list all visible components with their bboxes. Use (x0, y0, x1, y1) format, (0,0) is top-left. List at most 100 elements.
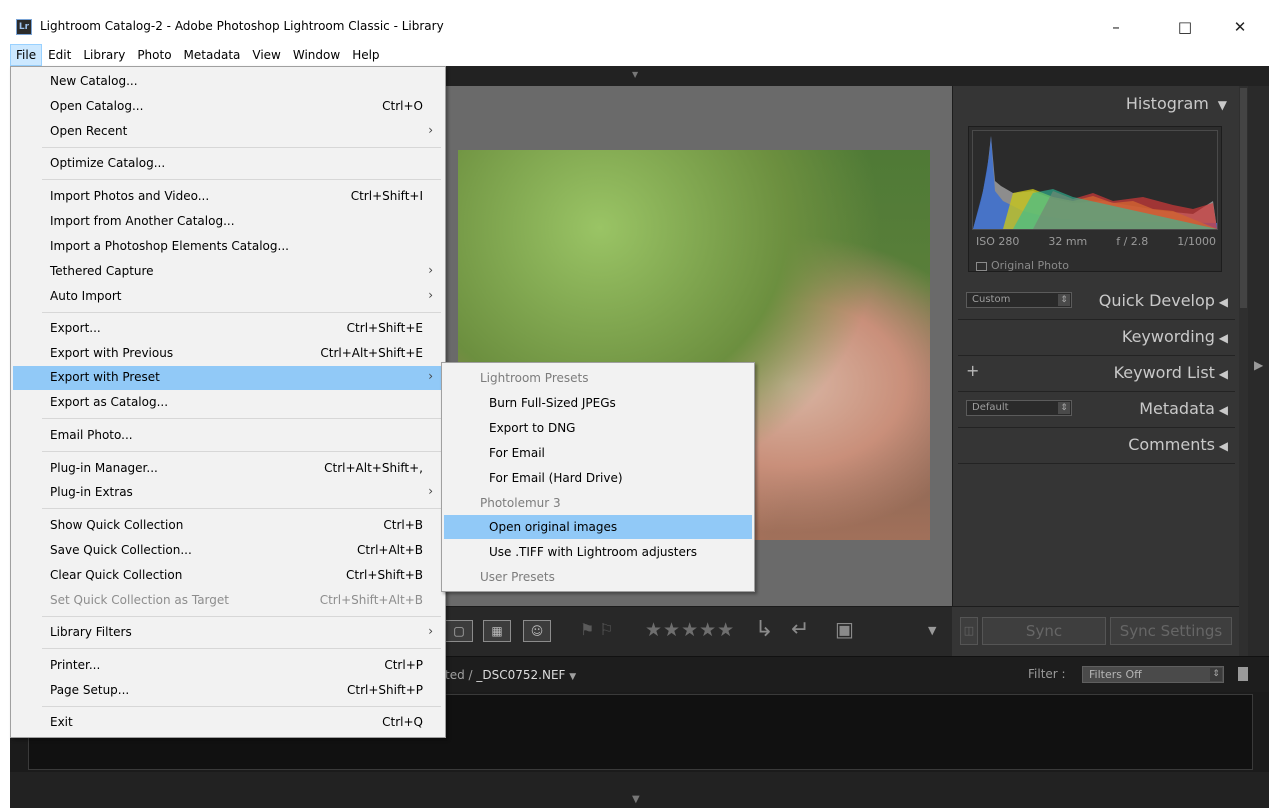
menu-item-auto-import[interactable]: Auto Import › (13, 285, 443, 309)
crop-overlay-icon[interactable]: ▣ (835, 617, 854, 641)
sync-button[interactable]: Sync (982, 617, 1106, 645)
preset-use-tiff[interactable]: Use .TIFF with Lightroom adjusters (444, 540, 752, 564)
rotate-right-icon[interactable]: ↵ (791, 617, 809, 642)
rotate-left-icon[interactable]: ↳ (755, 617, 773, 642)
keywording-header[interactable]: Keywording ◀ (958, 320, 1235, 356)
menu-separator (42, 706, 441, 707)
submenu-arrow-icon: › (428, 369, 433, 383)
star-icon[interactable]: ★★★★★ (645, 619, 735, 641)
preset-burn-full-sized-jpegs[interactable]: Burn Full-Sized JPEGs (444, 391, 752, 415)
menu-view[interactable]: View (246, 44, 286, 66)
preset-open-original-images[interactable]: Open original images (444, 515, 752, 539)
submenu-arrow-icon: › (428, 624, 433, 638)
export-preset-submenu: Lightroom Presets Burn Full-Sized JPEGs … (441, 362, 755, 592)
menu-item-save-quick-collection[interactable]: Save Quick Collection... Ctrl+Alt+B (13, 539, 443, 563)
panel-collapse-icon[interactable]: ◀ (1215, 367, 1228, 381)
menu-item-export-with-preset[interactable]: Export with Preset › (13, 366, 443, 390)
bottom-panel-strip[interactable]: ▼ (10, 772, 1269, 808)
menu-item-export-previous[interactable]: Export with Previous Ctrl+Alt+Shift+E (13, 342, 443, 366)
window-title: Lightroom Catalog-2 - Adobe Photoshop Li… (40, 19, 444, 33)
collapse-bottom-icon[interactable]: ▼ (632, 794, 640, 805)
add-keyword-icon[interactable]: + (966, 361, 979, 380)
sync-settings-button[interactable]: Sync Settings (1110, 617, 1232, 645)
menu-item-import-catalog[interactable]: Import from Another Catalog... (13, 210, 443, 234)
panel-collapse-icon[interactable]: ◀ (1215, 439, 1228, 453)
menu-library[interactable]: Library (77, 44, 131, 66)
submenu-arrow-icon: › (428, 263, 433, 277)
menu-item-page-setup[interactable]: Page Setup... Ctrl+Shift+P (13, 679, 443, 703)
menu-item-clear-quick-collection[interactable]: Clear Quick Collection Ctrl+Shift+B (13, 564, 443, 588)
group-photolemur: Photolemur 3 (480, 496, 561, 510)
toolbar-options-icon[interactable]: ▼ (928, 624, 936, 637)
panel-collapse-icon[interactable]: ◀ (1215, 403, 1228, 417)
collapse-top-icon[interactable]: ▼ (632, 70, 638, 79)
submenu-arrow-icon: › (428, 484, 433, 498)
right-panel-scrollbar[interactable] (1239, 86, 1248, 656)
comments-header[interactable]: Comments ◀ (958, 428, 1235, 464)
keyword-list-header[interactable]: + Keyword List ◀ (958, 356, 1235, 392)
maximize-icon[interactable]: □ (1162, 12, 1208, 42)
menu-item-open-recent[interactable]: Open Recent › (13, 120, 443, 144)
minimize-icon[interactable]: – (1093, 12, 1139, 42)
histogram-header[interactable]: Histogram ▼ (1126, 94, 1227, 113)
menu-separator (42, 312, 441, 313)
menu-item-show-quick-collection[interactable]: Show Quick Collection Ctrl+B (13, 514, 443, 538)
preset-for-email[interactable]: For Email (444, 441, 752, 465)
menu-file[interactable]: File (10, 44, 43, 66)
iso-value: ISO 280 (976, 235, 1020, 248)
survey-view-icon[interactable]: ▢ (445, 620, 473, 642)
menu-item-open-catalog[interactable]: Open Catalog... Ctrl+O (13, 95, 443, 119)
flag-icon[interactable]: ⚑ ⚐ (580, 620, 614, 639)
panel-collapse-icon[interactable]: ◀ (1215, 295, 1228, 309)
menu-item-export[interactable]: Export... Ctrl+Shift+E (13, 317, 443, 341)
menu-item-new-catalog[interactable]: New Catalog... (13, 70, 443, 94)
menu-item-plugin-manager[interactable]: Plug-in Manager... Ctrl+Alt+Shift+, (13, 457, 443, 481)
menu-photo[interactable]: Photo (131, 44, 177, 66)
close-icon[interactable]: ✕ (1217, 12, 1263, 42)
menu-item-printer[interactable]: Printer... Ctrl+P (13, 654, 443, 678)
menu-separator (42, 451, 441, 452)
filter-select[interactable]: Filters Off (1082, 666, 1224, 683)
metadata-preset-select[interactable]: Default (966, 400, 1072, 416)
people-view-icon[interactable]: ☺ (523, 620, 551, 642)
right-panel: Histogram ▼ ISO 280 32 mm f / 2.8 1/1000 (952, 86, 1239, 656)
menu-item-library-filters[interactable]: Library Filters › (13, 621, 443, 645)
menu-item-exit[interactable]: Exit Ctrl+Q (13, 711, 443, 735)
exif-info: ISO 280 32 mm f / 2.8 1/1000 (976, 235, 1216, 248)
menu-item-tethered-capture[interactable]: Tethered Capture › (13, 260, 443, 284)
menu-window[interactable]: Window (287, 44, 346, 66)
chevron-down-icon[interactable]: ▼ (569, 672, 576, 682)
saved-preset-select[interactable]: Custom (966, 292, 1072, 308)
file-menu: New Catalog... Open Catalog... Ctrl+O Ope… (10, 66, 446, 738)
shutter-value: 1/1000 (1177, 235, 1216, 248)
collapse-right-icon[interactable]: ▶ (1254, 358, 1263, 372)
original-photo-checkbox[interactable] (976, 261, 987, 271)
metadata-header[interactable]: Default Metadata ◀ (958, 392, 1235, 428)
sync-toggle-icon[interactable]: ◫ (960, 617, 978, 645)
menu-item-export-as-catalog[interactable]: Export as Catalog... (13, 391, 443, 415)
lock-icon[interactable] (1238, 667, 1248, 681)
focal-length-value: 32 mm (1048, 235, 1088, 248)
menu-item-import-photos[interactable]: Import Photos and Video... Ctrl+Shift+I (13, 185, 443, 209)
menu-help[interactable]: Help (346, 44, 385, 66)
menu-edit[interactable]: Edit (42, 44, 77, 66)
preset-for-email-hard-drive[interactable]: For Email (Hard Drive) (444, 466, 752, 490)
quick-develop-header[interactable]: Custom Quick Develop ◀ (958, 284, 1235, 320)
source-path[interactable]: ted / _DSC0752.NEF ▼ (445, 668, 576, 682)
menu-separator (42, 616, 441, 617)
menu-separator (42, 508, 441, 509)
menu-separator (42, 179, 441, 180)
preset-export-to-dng[interactable]: Export to DNG (444, 416, 752, 440)
menu-item-import-elements[interactable]: Import a Photoshop Elements Catalog... (13, 235, 443, 259)
panel-collapse-icon[interactable]: ▼ (1214, 98, 1227, 112)
menu-item-optimize-catalog[interactable]: Optimize Catalog... (13, 152, 443, 176)
menu-separator (42, 648, 441, 649)
menu-item-email-photo[interactable]: Email Photo... (13, 424, 443, 448)
histogram[interactable]: ISO 280 32 mm f / 2.8 1/1000 Original Ph… (968, 126, 1222, 272)
menu-item-plugin-extras[interactable]: Plug-in Extras › (13, 481, 443, 505)
panel-collapse-icon[interactable]: ◀ (1215, 331, 1228, 345)
menu-metadata[interactable]: Metadata (178, 44, 247, 66)
compare-icon[interactable]: ▦ (483, 620, 511, 642)
scrollbar-thumb[interactable] (1240, 88, 1247, 308)
original-photo-toggle[interactable]: Original Photo (976, 259, 1069, 272)
